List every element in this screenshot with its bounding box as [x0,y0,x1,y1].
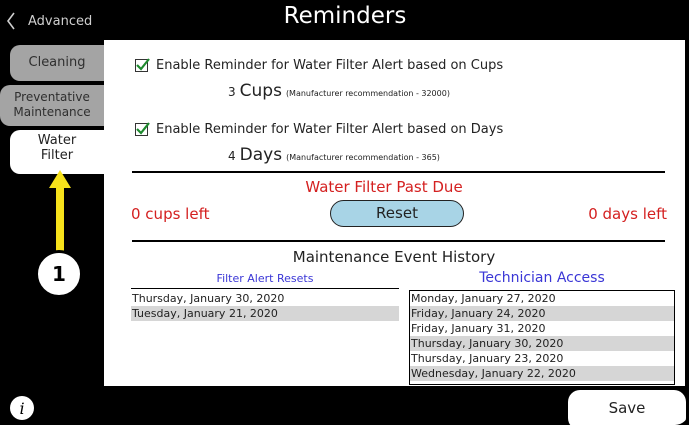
tab-label: Cleaning [28,55,86,70]
days-reminder-row: Enable Reminder for Water Filter Alert b… [135,122,503,137]
technician-access-list[interactable]: Monday, January 27, 2020 Friday, January… [409,290,675,385]
page-title: Reminders [283,3,407,29]
annotation-arrow [49,170,71,254]
days-left-status: 0 days left [588,205,667,223]
column-underline [131,288,399,289]
save-button[interactable]: Save [568,390,686,425]
tab-label: Water [37,133,77,148]
cups-left-status: 0 cups left [131,205,210,223]
checkmark-icon [136,58,150,71]
chevron-left-icon [7,12,15,30]
divider [132,240,665,242]
tab-cleaning[interactable]: Cleaning [10,45,104,81]
days-recommendation: (Manufacturer recommendation - 365) [286,153,440,162]
cups-value[interactable]: 3 [228,85,236,99]
checkmark-icon [136,122,150,135]
filter-alert-resets-header: Filter Alert Resets [216,272,314,285]
cups-unit: Cups [239,81,282,101]
list-item: Friday, January 31, 2020 [411,322,546,335]
tab-preventative-maintenance[interactable]: Preventative Maintenance [0,85,104,126]
cups-reminder-label: Enable Reminder for Water Filter Alert b… [156,58,504,73]
tab-label: Maintenance [13,105,91,119]
tab-water-filter[interactable]: Water Filter [10,130,104,174]
list-item: Thursday, January 23, 2020 [411,352,564,365]
list-item: Tuesday, January 21, 2020 [131,306,399,321]
list-item: Thursday, January 30, 2020 [410,336,674,351]
back-label: Advanced [28,13,93,29]
days-reminder-checkbox[interactable] [135,122,150,136]
history-title: Maintenance Event History [292,248,496,266]
list-item: Thursday, January 30, 2020 [132,292,285,305]
divider [132,171,665,173]
reset-button[interactable]: Reset [330,200,464,227]
days-setting: 4 Days (Manufacturer recommendation - 36… [228,145,440,165]
past-due-status: Water Filter Past Due [305,178,463,196]
technician-access-header: Technician Access [479,270,605,286]
cups-setting: 3 Cups (Manufacturer recommendation - 32… [228,81,450,101]
days-reminder-label: Enable Reminder for Water Filter Alert b… [156,122,504,137]
list-item: Wednesday, January 22, 2020 [410,366,674,381]
info-button[interactable]: i [10,396,34,420]
cups-reminder-checkbox[interactable] [135,58,150,72]
filter-alert-resets-list: Thursday, January 30, 2020 Tuesday, Janu… [131,291,399,321]
tab-label: Filter [40,148,74,163]
app-frame: Advanced Reminders Cleaning Preventative… [0,0,689,425]
back-button[interactable]: Advanced [6,6,92,36]
cups-reminder-row: Enable Reminder for Water Filter Alert b… [135,58,503,73]
tab-label: Preventative [14,90,90,104]
days-value[interactable]: 4 [228,149,236,163]
main-panel: Enable Reminder for Water Filter Alert b… [104,40,685,386]
annotation-callout: 1 [35,250,83,298]
list-item: Monday, January 27, 2020 [411,292,556,305]
list-item: Friday, January 24, 2020 [410,306,674,321]
cups-recommendation: (Manufacturer recommendation - 32000) [285,89,450,98]
days-unit: Days [239,145,283,165]
